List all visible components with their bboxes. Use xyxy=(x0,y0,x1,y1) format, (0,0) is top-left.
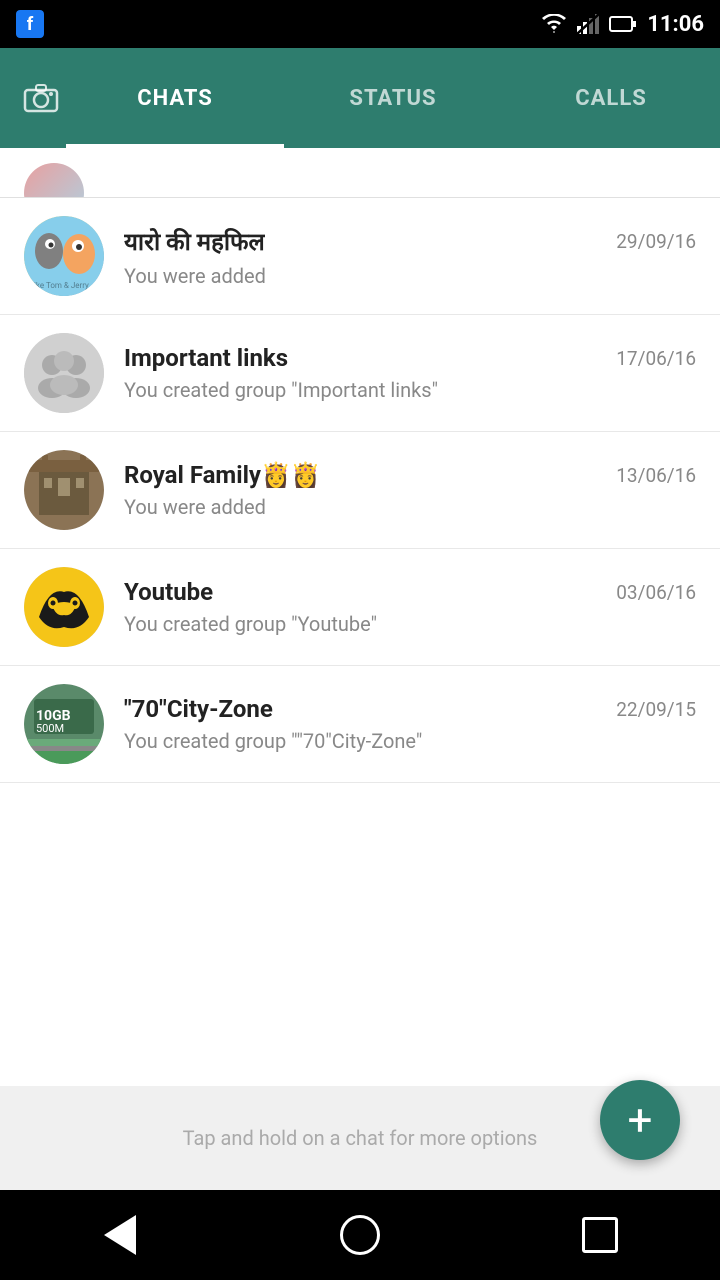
bottom-nav xyxy=(0,1190,720,1280)
camera-icon[interactable] xyxy=(16,73,66,123)
partial-chat-item[interactable] xyxy=(0,148,720,198)
chat-time: 29/09/16 xyxy=(616,230,696,253)
chat-name: Youtube xyxy=(124,578,213,606)
chat-content: Youtube 03/06/16 You created group "Yout… xyxy=(124,578,696,636)
chat-preview: You created group ""70"City-Zone" xyxy=(124,729,696,753)
chat-header: Royal Family👸👸 13/06/16 xyxy=(124,461,696,489)
status-time: 11:06 xyxy=(647,12,704,37)
chat-name: Royal Family👸👸 xyxy=(124,461,321,489)
avatar xyxy=(24,567,104,647)
recent-icon xyxy=(582,1217,618,1253)
svg-text:like Tom & Jerry: like Tom & Jerry xyxy=(32,281,89,290)
chat-header: "70"City-Zone 22/09/15 xyxy=(124,695,696,723)
top-navigation: CHATS STATUS CALLS xyxy=(0,48,720,148)
chat-item[interactable]: 10GB 500M "70"City-Zone 22/09/15 You cre… xyxy=(0,666,720,783)
wifi-icon xyxy=(541,14,567,34)
status-bar-right: 11:06 xyxy=(541,12,704,37)
chat-name: यारो की महफिल xyxy=(124,225,265,258)
facebook-icon: f xyxy=(16,10,44,38)
back-icon xyxy=(104,1215,136,1255)
chat-content: "70"City-Zone 22/09/15 You created group… xyxy=(124,695,696,753)
home-icon xyxy=(340,1215,380,1255)
nav-tabs: CHATS STATUS CALLS xyxy=(66,48,720,148)
chat-time: 17/06/16 xyxy=(616,347,696,370)
chat-header: Important links 17/06/16 xyxy=(124,344,696,372)
svg-text:500M: 500M xyxy=(36,722,64,735)
chat-content: Royal Family👸👸 13/06/16 You were added xyxy=(124,461,696,519)
chat-content: Important links 17/06/16 You created gro… xyxy=(124,344,696,402)
chat-time: 22/09/15 xyxy=(616,698,696,721)
chat-item[interactable]: Important links 17/06/16 You created gro… xyxy=(0,315,720,432)
chat-header: यारो की महफिल 29/09/16 xyxy=(124,225,696,258)
recent-button[interactable] xyxy=(570,1205,630,1265)
battery-icon xyxy=(609,15,637,33)
chat-content: यारो की महफिल 29/09/16 You were added xyxy=(124,225,696,288)
partial-avatar xyxy=(24,163,84,199)
avatar: like Tom & Jerry xyxy=(24,216,104,296)
chat-name: Important links xyxy=(124,344,288,372)
chat-list: like Tom & Jerry यारो की महफिल 29/09/16 … xyxy=(0,198,720,1086)
chat-item[interactable]: Youtube 03/06/16 You created group "Yout… xyxy=(0,549,720,666)
chat-header: Youtube 03/06/16 xyxy=(124,578,696,606)
tab-chats[interactable]: CHATS xyxy=(66,48,284,148)
avatar xyxy=(24,333,104,413)
chat-item[interactable]: like Tom & Jerry यारो की महफिल 29/09/16 … xyxy=(0,198,720,315)
signal-icon xyxy=(577,14,599,34)
chat-time: 03/06/16 xyxy=(616,581,696,604)
chat-preview: You created group "Important links" xyxy=(124,378,696,402)
tab-status[interactable]: STATUS xyxy=(284,48,502,148)
chat-preview: You created group "Youtube" xyxy=(124,612,696,636)
back-button[interactable] xyxy=(90,1205,150,1265)
chat-time: 13/06/16 xyxy=(616,464,696,487)
chat-preview: You were added xyxy=(124,264,696,288)
avatar xyxy=(24,450,104,530)
chat-item[interactable]: Royal Family👸👸 13/06/16 You were added xyxy=(0,432,720,549)
status-bar: f 11:06 xyxy=(0,0,720,48)
home-button[interactable] xyxy=(330,1205,390,1265)
chat-preview: You were added xyxy=(124,495,696,519)
chat-name: "70"City-Zone xyxy=(124,695,273,723)
tab-calls[interactable]: CALLS xyxy=(502,48,720,148)
avatar: 10GB 500M xyxy=(24,684,104,764)
new-chat-fab[interactable]: + xyxy=(600,1080,680,1160)
status-bar-left: f xyxy=(16,10,44,38)
